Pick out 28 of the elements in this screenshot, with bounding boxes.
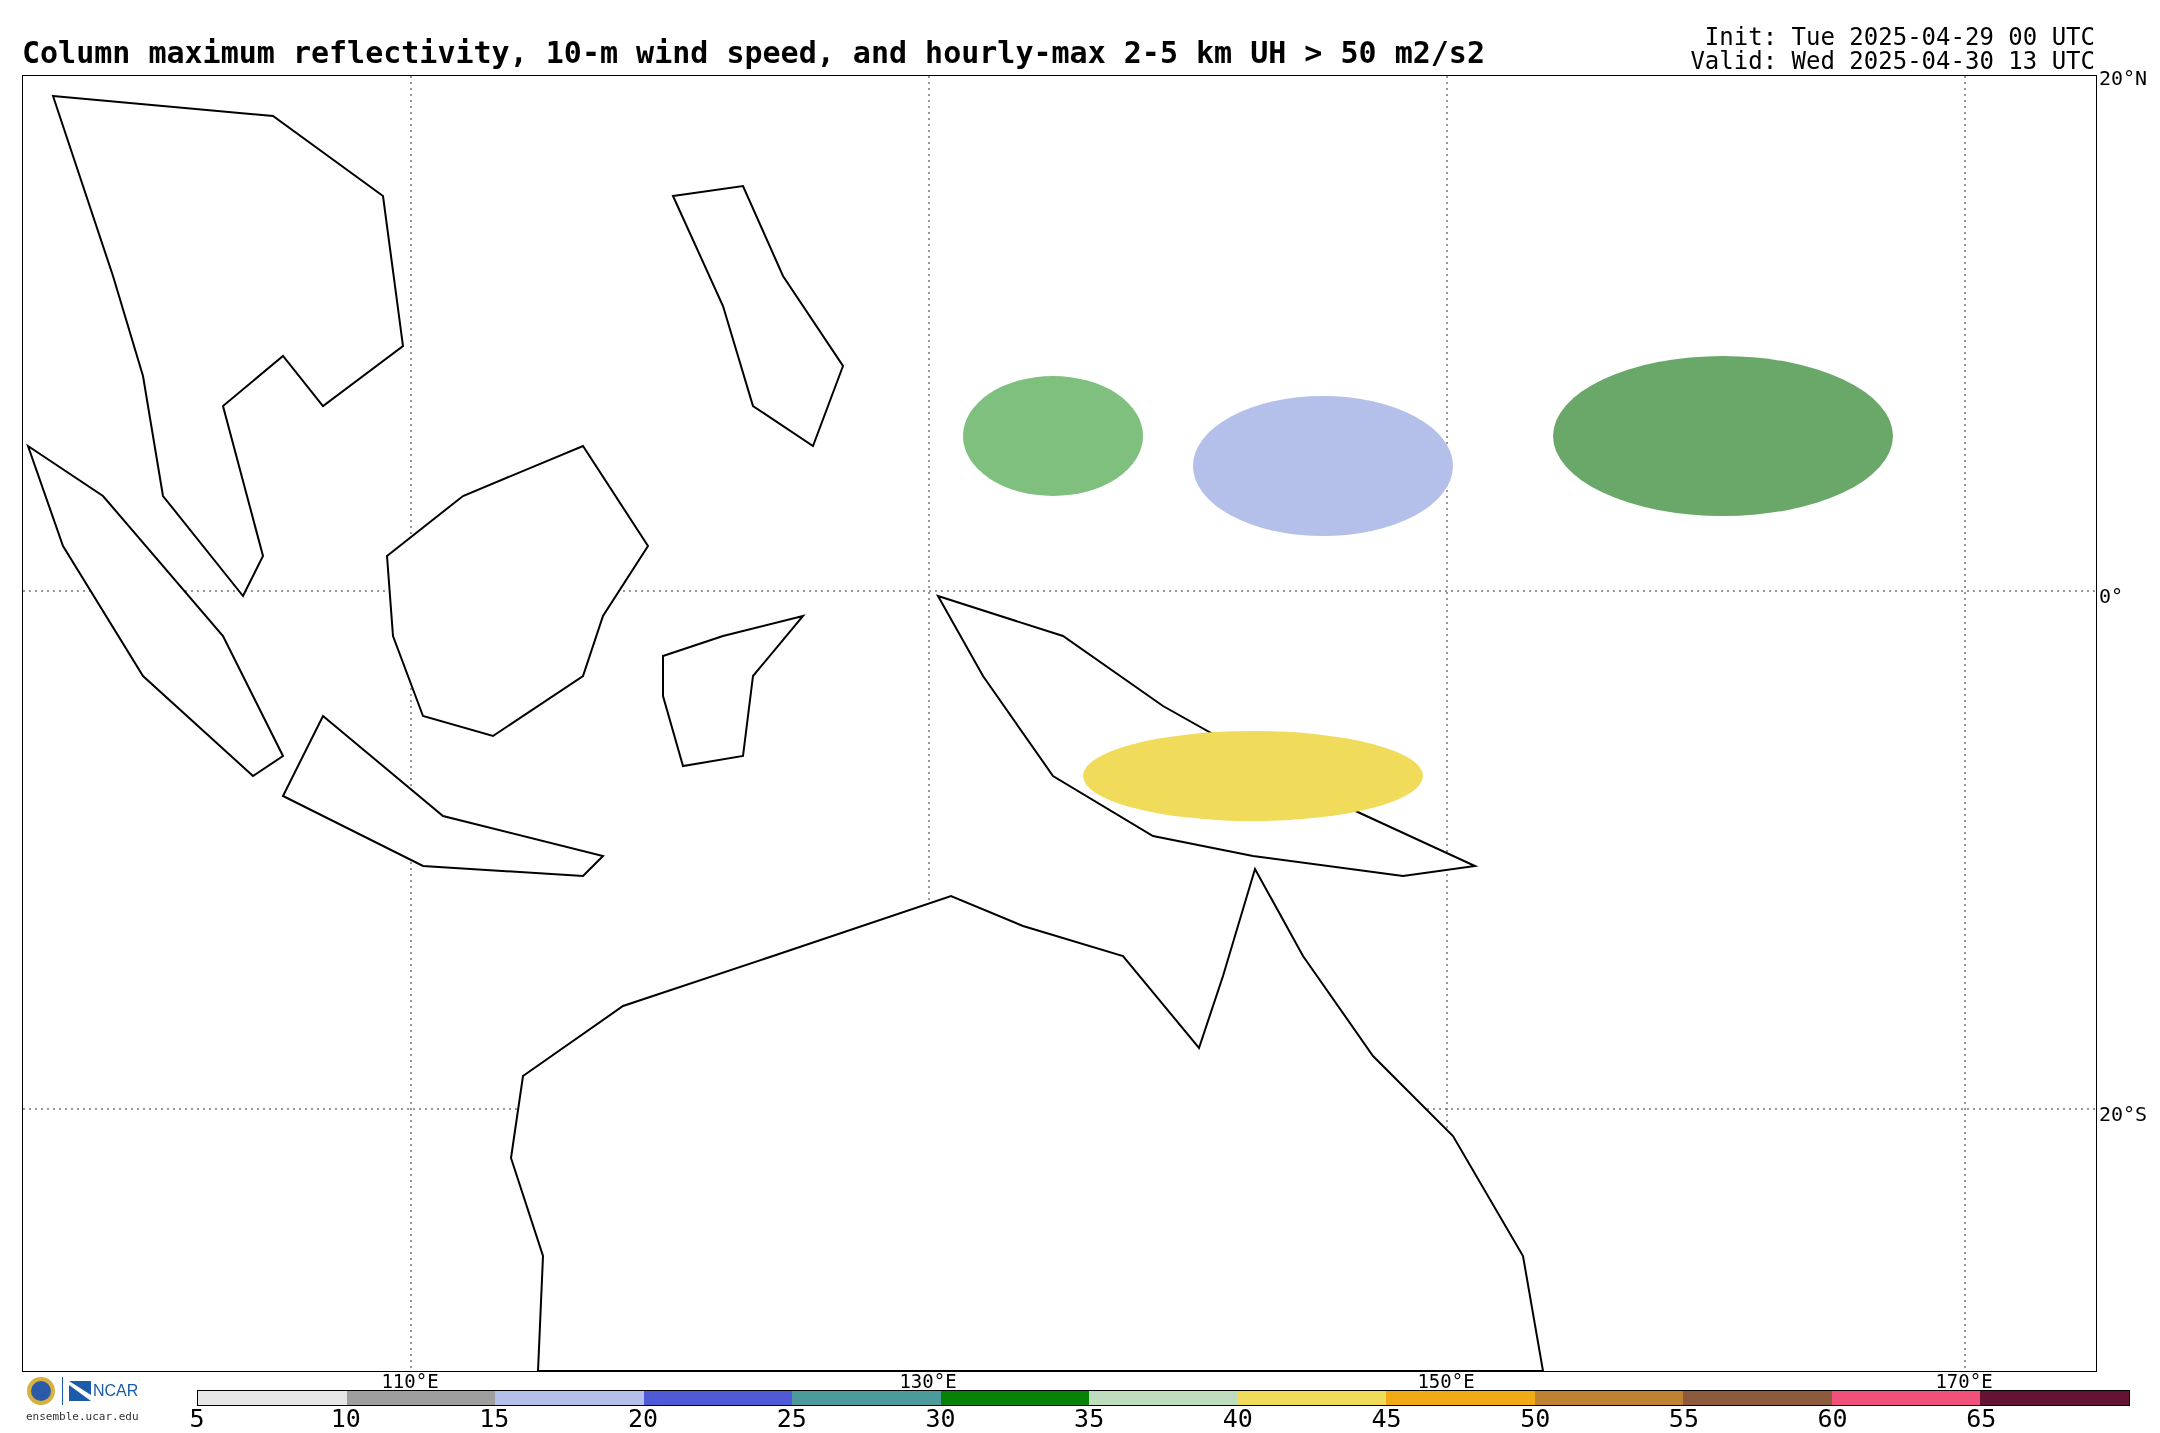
divider-line xyxy=(62,1377,63,1405)
tick-label: 20 xyxy=(628,1406,659,1432)
tick-label: 60 xyxy=(1817,1406,1848,1432)
tick-label: 45 xyxy=(1371,1406,1402,1432)
latitude-label: 20°N xyxy=(2099,67,2148,89)
valid-time: Valid: Wed 2025-04-30 13 UTC xyxy=(1690,49,2095,73)
tick-label: 25 xyxy=(776,1406,807,1432)
seal-icon xyxy=(26,1376,56,1406)
chart-title: Column maximum reflectivity, 10-m wind speed, and hourly-max 2-5 km UH > 50 m2/s2 xyxy=(22,34,1485,72)
tick-label: 10 xyxy=(330,1406,361,1432)
longitude-label: 170°E xyxy=(1935,1372,1993,1390)
tick-label: 15 xyxy=(479,1406,510,1432)
latitude-label: 20°S xyxy=(2099,1103,2148,1125)
website-url: ensemble.ucar.edu xyxy=(26,1410,140,1423)
longitude-label: 110°E xyxy=(381,1372,439,1390)
logo-text: NCAR xyxy=(93,1382,139,1400)
tick-label: 50 xyxy=(1520,1406,1551,1432)
latitude-label: 0° xyxy=(2099,585,2124,607)
longitude-label: 150°E xyxy=(1417,1372,1475,1390)
init-time: Init: Tue 2025-04-29 00 UTC xyxy=(1704,25,2095,49)
tick-label: 5 xyxy=(189,1406,205,1432)
logo-icon xyxy=(69,1381,91,1401)
tick-label: 55 xyxy=(1668,1406,1699,1432)
tick-label: 35 xyxy=(1074,1406,1105,1432)
tick-label: 30 xyxy=(925,1406,956,1432)
longitude-label: 130°E xyxy=(899,1372,957,1390)
tick-label: 65 xyxy=(1966,1406,1997,1432)
tick-label: 40 xyxy=(1222,1406,1253,1432)
